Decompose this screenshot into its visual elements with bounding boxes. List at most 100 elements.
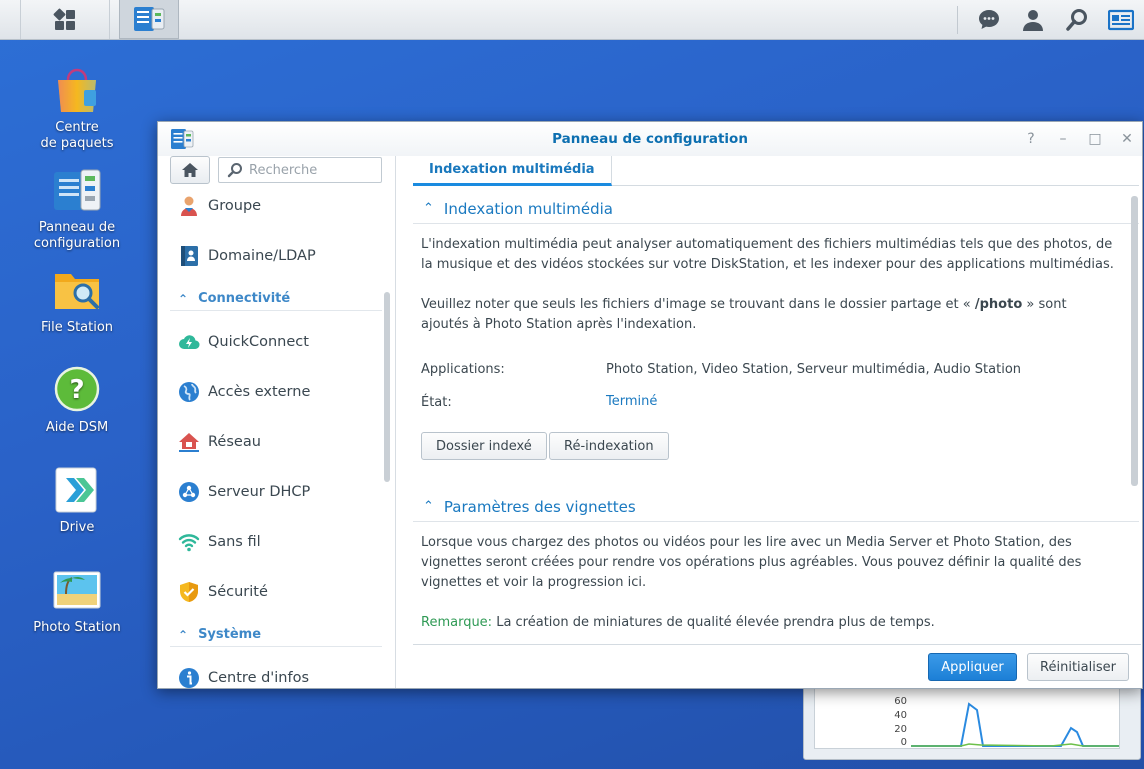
section-title: Indexation multimédia [443, 199, 613, 218]
thumbnails-remark: Remarque: La création de miniatures de q… [421, 613, 1117, 633]
user-icon [1023, 10, 1043, 31]
home-icon [182, 163, 198, 177]
widgets-button[interactable] [1107, 8, 1135, 32]
reset-button[interactable]: Réinitialiser [1027, 653, 1129, 681]
sidebar-item-quickconnect[interactable]: QuickConnect [158, 325, 382, 359]
search-button[interactable] [1065, 8, 1089, 32]
main-content: Indexation multimédia ⌃ Indexation multi… [413, 156, 1141, 646]
y-tick-label: 60 [894, 696, 907, 707]
sidebar-item-groupe[interactable]: Groupe [158, 189, 382, 223]
applications-label: Applications: [421, 362, 505, 377]
sidebar-item-label: QuickConnect [208, 334, 309, 350]
taskbar-separator [957, 6, 958, 34]
indexation-note: Veuillez noter que seuls les fichiers d'… [421, 295, 1117, 335]
sidebar-item-reseau[interactable]: Réseau [158, 425, 382, 459]
sidebar-item-sans-fil[interactable]: Sans fil [158, 525, 382, 559]
desktop-icon-label: de paquets [40, 136, 114, 151]
sidebar-item-label: Accès externe [208, 384, 311, 400]
sidebar-item-domaine-ldap[interactable]: Domaine/LDAP [158, 239, 382, 273]
control-panel-window[interactable]: Panneau de configuration ? – □ ✕ Recherc… [157, 121, 1143, 689]
note-text: Veuillez noter que seuls les fichiers d'… [421, 297, 975, 312]
notifications-button[interactable] [977, 8, 1001, 32]
state-value: Terminé [606, 394, 658, 409]
section-header-thumbnails[interactable]: ⌃ Paramètres des vignettes [413, 492, 1139, 522]
tab-bar: Indexation multimédia [413, 156, 1139, 186]
desktop-icon-file-station[interactable]: File Station [22, 266, 132, 336]
thumbnails-description: Lorsque vous chargez des photos ou vidéo… [421, 535, 1082, 590]
control-panel-icon [52, 166, 102, 216]
chevron-up-icon: ⌃ [423, 499, 434, 514]
desktop-icon-label: Panneau de [38, 220, 116, 235]
sidebar-item-label: Sans fil [208, 534, 261, 550]
resource-chart-lines [911, 702, 1119, 747]
maximize-button[interactable]: □ [1086, 130, 1104, 148]
applications-value: Photo Station, Video Station, Serveur mu… [606, 362, 1022, 377]
taskbar [0, 0, 1144, 40]
desktop-icon-label: Aide DSM [45, 420, 109, 435]
desktop-icon-package-center[interactable]: Centre de paquets [22, 66, 132, 152]
desktop-icon-drive[interactable]: Drive [22, 466, 132, 536]
sidebar-item-label: Réseau [208, 434, 261, 450]
network-house-icon [178, 431, 200, 453]
taskbar-control-panel-button[interactable] [119, 0, 179, 39]
grid-menu-icon [53, 8, 75, 30]
sidebar-item-label: Sécurité [208, 584, 268, 600]
desktop-icon-control-panel[interactable]: Panneau de configuration [22, 166, 132, 252]
folder-search-icon [52, 266, 102, 316]
indexation-description: L'indexation multimédia peut analyser au… [421, 237, 1114, 272]
section-label: Connectivité [198, 291, 291, 306]
apply-button[interactable]: Appliquer [928, 653, 1017, 681]
sidebar: Recherche Groupe Domaine/LDAP ⌃ Connecti… [158, 156, 396, 688]
close-button[interactable]: ✕ [1118, 130, 1136, 148]
sidebar-item-acces-externe[interactable]: Accès externe [158, 375, 382, 409]
sidebar-item-label: Centre d'infos [208, 670, 310, 686]
sidebar-item-label: Serveur DHCP [208, 484, 311, 500]
home-button[interactable] [170, 156, 210, 184]
window-header[interactable]: Panneau de configuration ? – □ ✕ [158, 122, 1142, 156]
wifi-icon [178, 531, 200, 553]
chat-bubble-icon [979, 10, 999, 29]
id-card-icon [1107, 9, 1135, 31]
drive-icon [52, 466, 102, 516]
sidebar-section-connectivite[interactable]: ⌃ Connectivité [170, 287, 382, 311]
chevron-up-icon: ⌃ [178, 627, 189, 642]
photo-folder-name: /photo [974, 297, 1023, 312]
reindex-button[interactable]: Ré-indexation [549, 432, 669, 460]
sidebar-item-label: Domaine/LDAP [208, 248, 316, 264]
main-menu-button[interactable] [20, 0, 110, 39]
section-header-indexation[interactable]: ⌃ Indexation multimédia [413, 194, 1139, 224]
photo-landscape-icon [52, 566, 102, 616]
minimize-button[interactable]: – [1054, 130, 1072, 148]
help-question-icon: ? [52, 366, 102, 416]
desktop-icon-dsm-help[interactable]: ? Aide DSM [22, 366, 132, 436]
user-menu-button[interactable] [1021, 8, 1045, 32]
sidebar-item-securite[interactable]: Sécurité [158, 575, 382, 609]
sidebar-item-serveur-dhcp[interactable]: Serveur DHCP [158, 475, 382, 509]
info-icon [178, 667, 200, 688]
section-title: Paramètres des vignettes [443, 497, 636, 516]
search-placeholder: Recherche [249, 162, 318, 178]
remark-text: La création de miniatures de qualité éle… [492, 615, 935, 630]
chevron-up-icon: ⌃ [423, 201, 434, 216]
tab-indexation-multimedia[interactable]: Indexation multimédia [413, 156, 612, 186]
help-button[interactable]: ? [1022, 130, 1040, 148]
control-panel-icon [134, 7, 165, 31]
window-title: Panneau de configuration [552, 131, 748, 147]
y-tick-label: 40 [894, 710, 907, 721]
search-field[interactable]: Recherche [218, 157, 382, 183]
cloud-bolt-icon [178, 331, 200, 353]
search-icon [1066, 9, 1087, 31]
sidebar-item-centre-infos[interactable]: Centre d'infos [158, 661, 382, 688]
sidebar-scrollbar[interactable] [384, 292, 390, 482]
desktop-icon-photo-station[interactable]: Photo Station [22, 566, 132, 636]
section-label: Système [198, 627, 262, 642]
globe-icon [178, 381, 200, 403]
svg-text:?: ? [69, 375, 84, 405]
indexed-folder-button[interactable]: Dossier indexé [421, 432, 547, 460]
chevron-up-icon: ⌃ [178, 291, 189, 306]
shield-icon [178, 581, 200, 603]
window-footer: Appliquer Réinitialiser [413, 644, 1141, 688]
sidebar-section-systeme[interactable]: ⌃ Système [170, 623, 382, 647]
main-scrollbar[interactable] [1131, 196, 1138, 486]
search-icon [227, 163, 242, 178]
